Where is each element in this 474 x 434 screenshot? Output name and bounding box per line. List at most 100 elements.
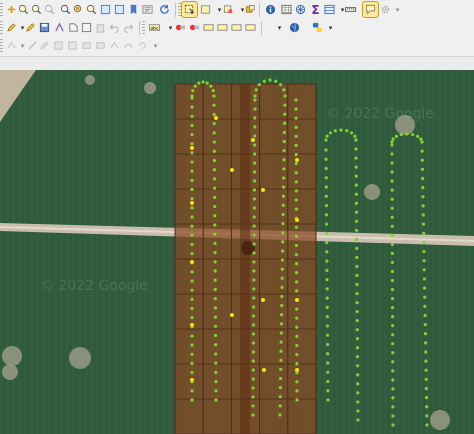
track-point [190, 233, 194, 237]
crop-row [318, 70, 321, 434]
track-point [283, 112, 287, 116]
crop-row [96, 70, 99, 434]
track-point [253, 125, 257, 129]
zoom-full-icon[interactable] [42, 2, 57, 17]
add-part-icon[interactable] [51, 38, 66, 53]
track-point [278, 413, 282, 417]
map-canvas[interactable]: © 2022 Google © 2022 Google [0, 70, 474, 434]
map-watermark: © 2022 Google [326, 106, 434, 122]
track-point [251, 341, 256, 345]
crop-row [384, 70, 387, 434]
track-point [282, 149, 286, 153]
track-point [325, 296, 329, 300]
refresh-icon[interactable] [157, 2, 172, 17]
field-calculator-icon[interactable] [293, 2, 308, 17]
reshape-icon[interactable] [107, 38, 122, 53]
track-point [421, 195, 425, 199]
track-point [390, 278, 395, 283]
delete-part-icon[interactable] [93, 38, 108, 53]
track-point [391, 405, 395, 409]
move-feature-icon[interactable] [79, 20, 94, 35]
zoom-native-icon[interactable] [84, 2, 99, 17]
track-point [356, 409, 360, 413]
track-point [279, 349, 283, 353]
label-move-icon[interactable] [243, 20, 258, 35]
new-bookmark-icon[interactable] [126, 2, 141, 17]
track-point [190, 187, 194, 192]
track-point [390, 140, 394, 144]
track-point [190, 215, 194, 219]
shrub [85, 75, 95, 85]
track-point [390, 233, 394, 237]
chevron-down-icon[interactable]: ▾ [390, 2, 405, 17]
deselect-icon[interactable] [221, 2, 236, 17]
crop-row [456, 70, 459, 434]
crop-row [444, 70, 447, 434]
track-point [424, 386, 428, 391]
label-pin-icon[interactable] [173, 20, 188, 35]
save-edits-icon[interactable] [37, 20, 52, 35]
track-point [190, 114, 194, 118]
track-point [280, 294, 284, 299]
track-point [355, 291, 359, 296]
digitize-icon[interactable] [52, 20, 67, 35]
zoom-next-icon[interactable] [112, 2, 127, 17]
track-point [212, 94, 216, 98]
track-point [390, 260, 395, 265]
label-icon[interactable]: abc [147, 20, 162, 35]
label-pin-icon[interactable] [215, 20, 230, 35]
offset-curve-icon[interactable] [121, 38, 136, 53]
track-point [213, 241, 217, 245]
track-point [422, 286, 427, 290]
crop-row [114, 70, 117, 434]
track-point [190, 316, 194, 320]
track-point [295, 289, 299, 293]
track-point [279, 83, 283, 87]
select-by-value-icon[interactable] [198, 2, 213, 17]
chevron-down-icon[interactable]: ▾ [272, 20, 287, 35]
zoom-last-icon[interactable] [98, 2, 113, 17]
globe-icon[interactable] [287, 20, 302, 35]
attribute-table-icon[interactable] [279, 2, 294, 17]
track-point [281, 194, 286, 198]
label-show-icon[interactable] [187, 20, 202, 35]
label-show-icon[interactable] [229, 20, 244, 35]
toggle-editing-icon[interactable] [23, 20, 38, 35]
track-point [253, 116, 257, 120]
undo-icon[interactable] [107, 20, 122, 35]
delete-icon[interactable] [93, 20, 108, 35]
select-location-icon[interactable] [243, 2, 258, 17]
select-features-icon[interactable] [181, 1, 198, 18]
track-point [282, 139, 286, 144]
track-point [252, 197, 256, 201]
track-point [209, 84, 213, 88]
track-point [324, 166, 328, 171]
label-move-icon[interactable] [201, 20, 216, 35]
track-point [411, 133, 415, 137]
track-point [213, 195, 217, 199]
chevron-down-icon[interactable]: ▾ [323, 20, 338, 35]
show-bookmarks-icon[interactable] [140, 2, 155, 17]
identify-icon[interactable] [263, 2, 278, 17]
track-point [213, 333, 218, 338]
map-view[interactable] [0, 70, 474, 434]
track-point [252, 296, 256, 300]
annotation-icon[interactable] [362, 1, 379, 18]
track-point [214, 343, 218, 347]
track-point [294, 243, 299, 248]
statistics-icon[interactable]: Σ [308, 2, 323, 17]
track-point [424, 396, 429, 400]
track-point [294, 162, 298, 166]
redo-icon[interactable] [121, 20, 136, 35]
track-point [212, 112, 216, 117]
add-ring-icon[interactable] [37, 38, 52, 53]
toolbar-grip[interactable] [0, 3, 3, 17]
fill-ring-icon[interactable] [65, 38, 80, 53]
crop-row [372, 70, 375, 434]
track-point [253, 134, 257, 138]
track-point [294, 207, 298, 211]
highlight-point [230, 313, 234, 317]
delete-ring-icon[interactable] [79, 38, 94, 53]
crop-row [54, 70, 57, 434]
chevron-down-icon[interactable]: ▾ [148, 38, 163, 53]
